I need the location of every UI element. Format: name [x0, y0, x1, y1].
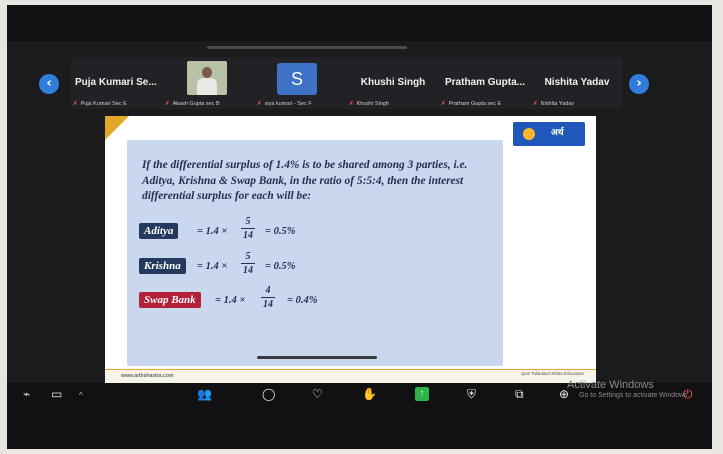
participant-video: [187, 61, 227, 95]
window-drag-bar[interactable]: [207, 46, 407, 49]
next-participants-button[interactable]: ›: [629, 74, 649, 94]
prev-participants-button[interactable]: ‹: [39, 74, 59, 94]
person-head: [202, 67, 212, 78]
fraction: 5 14: [241, 251, 255, 276]
bottom-area: [7, 415, 712, 449]
credit-text: Jyoti Tulsidas/Arthika Education: [520, 371, 584, 376]
raise-hand-icon[interactable]: ✋: [362, 387, 377, 401]
participant-name: Khushi Singh: [360, 77, 426, 88]
sun-icon: [523, 128, 535, 140]
mic-icon[interactable]: ⌁: [23, 387, 30, 401]
question-text: If the differential surplus of 1.4% is t…: [142, 159, 468, 202]
participant-tile[interactable]: Khushi Singh ✗ Khushi Singh: [347, 57, 439, 109]
participant-sub: ✗ Pratham Gupta sec E: [441, 101, 502, 107]
participant-tile[interactable]: Nishita Yadav ✗ Nishita Yadav: [531, 57, 623, 109]
website-url: www.arthshastra.com: [121, 373, 174, 379]
windows-watermark: Activate Windows: [567, 379, 654, 391]
participant-sub: ✗ Khushi Singh: [349, 101, 390, 107]
participant-tile[interactable]: ✗ Akash Gupta sec B: [163, 57, 255, 109]
equation-prefix: = 1.4 ×: [215, 295, 246, 306]
participant-sub: ✗ Nishita Yadav: [533, 101, 575, 107]
react-icon[interactable]: ♡: [312, 387, 323, 401]
chevron-up-icon[interactable]: ^: [79, 391, 83, 400]
label-aditya: Aditya: [139, 223, 179, 239]
participant-name: Pratham Gupta...: [444, 77, 525, 88]
windows-watermark-sub: Go to Settings to activate Windows.: [579, 392, 690, 399]
equation-result: = 0.5%: [265, 226, 296, 237]
person-body: [197, 78, 217, 95]
security-icon[interactable]: ⛨: [467, 387, 476, 402]
participant-tile[interactable]: Puja Kumari Se... ✗ Puja Kumari Sec E: [71, 57, 163, 109]
fraction: 5 14: [241, 216, 255, 241]
slide-scrollbar[interactable]: [257, 356, 377, 359]
content-panel: If the differential surplus of 1.4% is t…: [127, 140, 503, 366]
participants-icon[interactable]: 👥: [197, 387, 212, 401]
label-krishna: Krishna: [139, 258, 186, 274]
participant-tile[interactable]: S ✗ siya kumari - Sec F: [255, 57, 347, 109]
participant-tile[interactable]: Pratham Gupta... ✗ Pratham Gupta sec E: [439, 57, 531, 109]
avatar: S: [277, 63, 317, 95]
shared-slide: अर्थ If the differential surplus of 1.4%…: [105, 116, 596, 384]
equation-result: = 0.5%: [265, 261, 296, 272]
video-icon[interactable]: ▭: [51, 387, 62, 401]
fraction: 4 14: [261, 285, 275, 310]
brand-logo: अर्थ: [513, 122, 585, 146]
participant-sub: ✗ siya kumari - Sec F: [257, 101, 312, 107]
mic-muted-icon: ✗: [533, 101, 538, 107]
equation-prefix: = 1.4 ×: [197, 261, 228, 272]
mic-muted-icon: ✗: [441, 101, 446, 107]
mic-muted-icon: ✗: [73, 101, 78, 107]
label-swap-bank: Swap Bank: [139, 292, 201, 308]
apps-icon[interactable]: ⧉: [515, 387, 524, 402]
participant-name: Nishita Yadav: [544, 77, 610, 88]
participant-sub: ✗ Puja Kumari Sec E: [73, 101, 127, 107]
participant-sub: ✗ Akash Gupta sec B: [165, 101, 220, 107]
share-icon[interactable]: ↑: [415, 387, 429, 401]
top-bar: [7, 5, 712, 41]
participant-name: Puja Kumari Se...: [75, 77, 157, 88]
equation-result: = 0.4%: [287, 295, 318, 306]
mic-muted-icon: ✗: [349, 101, 354, 107]
meeting-window: ‹ › Puja Kumari Se... ✗ Puja Kumari Sec E…: [7, 5, 712, 449]
corner-stripe: [105, 116, 129, 140]
mic-muted-icon: ✗: [257, 101, 262, 107]
chat-icon[interactable]: ◯: [262, 387, 275, 401]
mic-muted-icon: ✗: [165, 101, 170, 107]
slide-footer: www.arthshastra.com Jyoti Tulsidas/Arthi…: [105, 369, 596, 384]
equation-prefix: = 1.4 ×: [197, 226, 228, 237]
